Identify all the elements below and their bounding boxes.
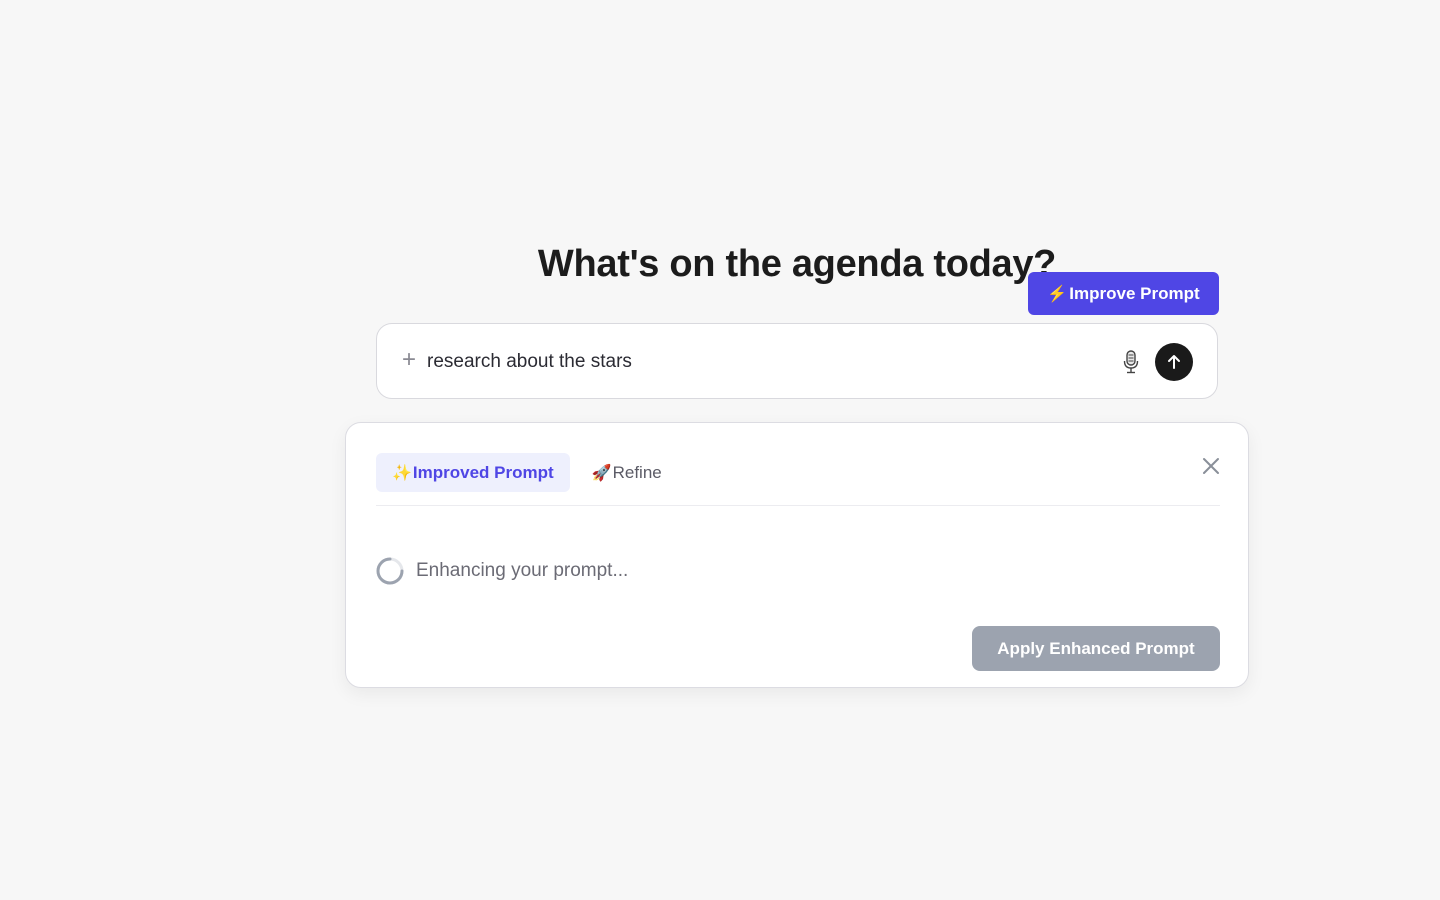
loading-indicator: Enhancing your prompt...: [376, 557, 628, 585]
page: What's on the agenda today? ⚡ Improve Pr…: [0, 0, 1440, 900]
prompt-enhancer-panel: ✨ Improved Prompt 🚀 Refine Enhancing you…: [345, 422, 1249, 688]
plus-icon[interactable]: +: [399, 348, 419, 372]
close-icon[interactable]: [1202, 457, 1220, 475]
improve-prompt-label: Improve Prompt: [1069, 283, 1200, 303]
microphone-icon[interactable]: [1122, 350, 1140, 374]
improve-prompt-button[interactable]: ⚡ Improve Prompt: [1028, 272, 1219, 315]
tab-label: Refine: [612, 462, 662, 482]
tab-refine[interactable]: 🚀 Refine: [590, 453, 664, 492]
apply-enhanced-prompt-button[interactable]: Apply Enhanced Prompt: [972, 626, 1220, 671]
panel-tabs: ✨ Improved Prompt 🚀 Refine: [376, 453, 664, 492]
rocket-icon: 🚀: [591, 464, 612, 482]
sparkles-icon: ✨: [392, 464, 412, 482]
lightning-icon: ⚡: [1047, 285, 1068, 303]
prompt-composer: +: [376, 323, 1218, 399]
panel-divider: [376, 505, 1220, 506]
tab-label: Improved Prompt: [412, 462, 554, 482]
tab-improved-prompt[interactable]: ✨ Improved Prompt: [376, 453, 570, 492]
send-button[interactable]: [1155, 343, 1193, 381]
loading-text: Enhancing your prompt...: [416, 560, 629, 581]
arrow-up-icon: [1168, 355, 1180, 369]
spinner-icon: [376, 557, 404, 585]
prompt-input[interactable]: [427, 346, 1107, 378]
